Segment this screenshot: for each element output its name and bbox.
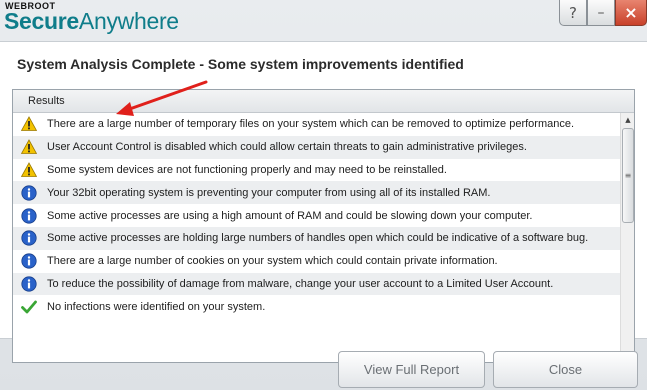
result-text: There are a large number of cookies on y… [47, 255, 498, 268]
result-row[interactable]: There are a large number of cookies on y… [13, 250, 620, 273]
result-row[interactable]: Some active processes are using a high a… [13, 204, 620, 227]
result-text: No infections were identified on your sy… [47, 300, 266, 313]
scroll-thumb[interactable]: ≡ [622, 128, 634, 223]
red-annotation-arrow-icon [116, 80, 208, 116]
help-button[interactable]: ? [559, 0, 587, 26]
view-full-report-button[interactable]: View Full Report [338, 351, 485, 388]
result-text: Some active processes are holding large … [47, 232, 589, 245]
results-rows: There are a large number of temporary fi… [13, 113, 620, 362]
info-icon [21, 230, 37, 246]
result-text: Some active processes are using a high a… [47, 209, 533, 222]
vertical-scrollbar[interactable]: ▲ ≡ ▼ [620, 113, 634, 362]
page-title: System Analysis Complete - Some system i… [17, 56, 464, 72]
close-window-button[interactable]: × [615, 0, 647, 26]
warning-icon [20, 116, 38, 132]
scroll-up-arrow-icon[interactable]: ▲ [621, 113, 635, 127]
result-text: There are a large number of temporary fi… [47, 118, 575, 131]
info-icon [21, 253, 37, 269]
results-column-header[interactable]: Results [13, 90, 634, 113]
logo-product-text: SecureAnywhere [4, 8, 179, 34]
info-icon [21, 185, 37, 201]
close-button[interactable]: Close [493, 351, 638, 388]
result-row[interactable]: Some active processes are holding large … [13, 226, 620, 250]
result-text: Some system devices are not functioning … [47, 163, 447, 176]
webroot-logo: WEBROOT SecureAnywhere [4, 2, 179, 33]
result-row[interactable]: User Account Control is disabled which c… [13, 135, 620, 159]
result-text: User Account Control is disabled which c… [47, 141, 527, 154]
warning-icon [20, 139, 38, 155]
title-bar: WEBROOT SecureAnywhere ? – × [0, 0, 647, 40]
info-icon [21, 207, 37, 224]
app-window: WEBROOT SecureAnywhere ? – × System Anal… [0, 0, 647, 390]
result-row[interactable]: Some system devices are not functioning … [13, 159, 620, 182]
result-row[interactable]: There are a large number of temporary fi… [13, 113, 620, 136]
result-row[interactable]: Your 32bit operating system is preventin… [13, 181, 620, 205]
result-text: To reduce the possibility of damage from… [47, 277, 554, 290]
minimize-button[interactable]: – [587, 0, 615, 26]
content-panel: System Analysis Complete - Some system i… [0, 41, 647, 363]
checkmark-icon [21, 299, 37, 315]
result-text: Your 32bit operating system is preventin… [47, 186, 491, 199]
result-row[interactable]: To reduce the possibility of damage from… [13, 272, 620, 296]
result-row[interactable]: No infections were identified on your sy… [13, 295, 620, 318]
results-list: Results There are a large number of temp… [12, 89, 635, 363]
warning-icon [20, 162, 38, 178]
info-icon [21, 276, 37, 292]
